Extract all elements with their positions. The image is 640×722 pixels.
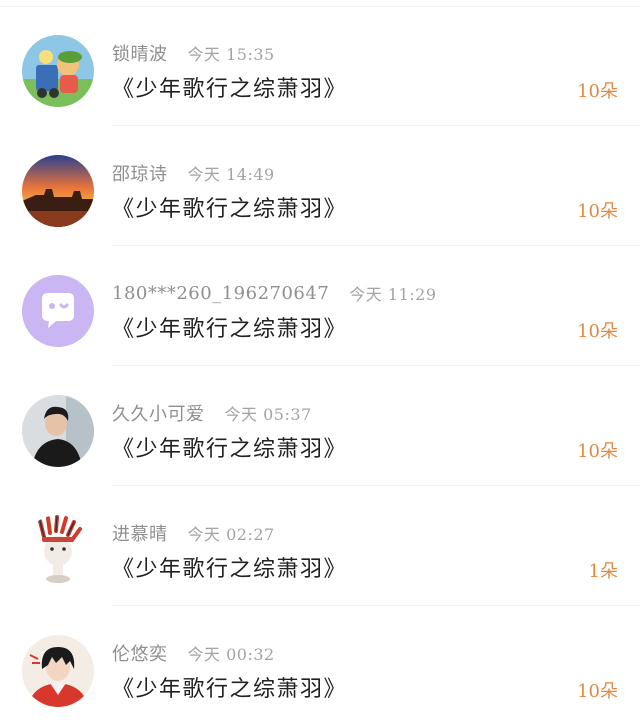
- timestamp: 今天 15:35: [187, 45, 275, 64]
- item-meta: 180***260_196270647 今天 11:29: [112, 279, 437, 307]
- timestamp: 今天 00:32: [187, 645, 275, 664]
- chat-bubble-avatar[interactable]: [22, 275, 94, 347]
- book-title[interactable]: 《少年歌行之综萧羽》: [112, 672, 347, 708]
- item-meta: 进慕晴 今天 02:27: [112, 519, 275, 547]
- list-item[interactable]: 锁晴波 今天 15:35 《少年歌行之综萧羽》 10朵: [0, 8, 640, 126]
- timestamp: 今天 05:37: [224, 405, 312, 424]
- flower-count: 10朵: [577, 441, 618, 462]
- book-title[interactable]: 《少年歌行之综萧羽》: [112, 312, 347, 348]
- book-title[interactable]: 《少年歌行之综萧羽》: [112, 72, 347, 108]
- flower-count: 10朵: [577, 681, 618, 702]
- person-avatar[interactable]: [22, 395, 94, 467]
- timestamp: 今天 14:49: [187, 165, 275, 184]
- gift-record-list: 锁晴波 今天 15:35 《少年歌行之综萧羽》 10朵 邵琼诗 今天 14:49…: [0, 0, 640, 722]
- user-name[interactable]: 邵琼诗: [112, 160, 168, 186]
- book-title[interactable]: 《少年歌行之综萧羽》: [112, 432, 347, 468]
- user-name[interactable]: 伦悠奕: [112, 640, 168, 666]
- row-divider: [112, 245, 640, 246]
- list-item[interactable]: 伦悠奕 今天 00:32 《少年歌行之综萧羽》 10朵: [0, 608, 640, 722]
- sunset-avatar[interactable]: [22, 155, 94, 227]
- list-item[interactable]: 进慕晴 今天 02:27 《少年歌行之综萧羽》 1朵: [0, 488, 640, 606]
- item-meta: 邵琼诗 今天 14:49: [112, 159, 275, 187]
- row-divider: [112, 125, 640, 126]
- list-item[interactable]: 久久小可爱 今天 05:37 《少年歌行之综萧羽》 10朵: [0, 368, 640, 486]
- flower-count: 1朵: [588, 561, 618, 582]
- row-divider: [112, 605, 640, 606]
- item-meta: 伦悠奕 今天 00:32: [112, 639, 275, 667]
- user-name[interactable]: 久久小可爱: [112, 400, 205, 426]
- flower-count: 10朵: [577, 201, 618, 222]
- flower-count: 10朵: [577, 81, 618, 102]
- user-name[interactable]: 180***260_196270647: [112, 283, 329, 304]
- user-name[interactable]: 进慕晴: [112, 520, 168, 546]
- top-divider: [0, 6, 640, 7]
- user-name[interactable]: 锁晴波: [112, 40, 168, 66]
- book-title[interactable]: 《少年歌行之综萧羽》: [112, 192, 347, 228]
- item-meta: 久久小可爱 今天 05:37: [112, 399, 312, 427]
- cartoon-avatar[interactable]: [22, 35, 94, 107]
- list-item[interactable]: 邵琼诗 今天 14:49 《少年歌行之综萧羽》 10朵: [0, 128, 640, 246]
- row-divider: [112, 365, 640, 366]
- list-item[interactable]: 180***260_196270647 今天 11:29 《少年歌行之综萧羽》 …: [0, 248, 640, 366]
- timestamp: 今天 02:27: [187, 525, 275, 544]
- headdress-avatar[interactable]: [22, 515, 94, 587]
- flower-count: 10朵: [577, 321, 618, 342]
- book-title[interactable]: 《少年歌行之综萧羽》: [112, 552, 347, 588]
- timestamp: 今天 11:29: [349, 285, 437, 304]
- item-meta: 锁晴波 今天 15:35: [112, 39, 275, 67]
- row-divider: [112, 485, 640, 486]
- anime-avatar[interactable]: [22, 635, 94, 707]
